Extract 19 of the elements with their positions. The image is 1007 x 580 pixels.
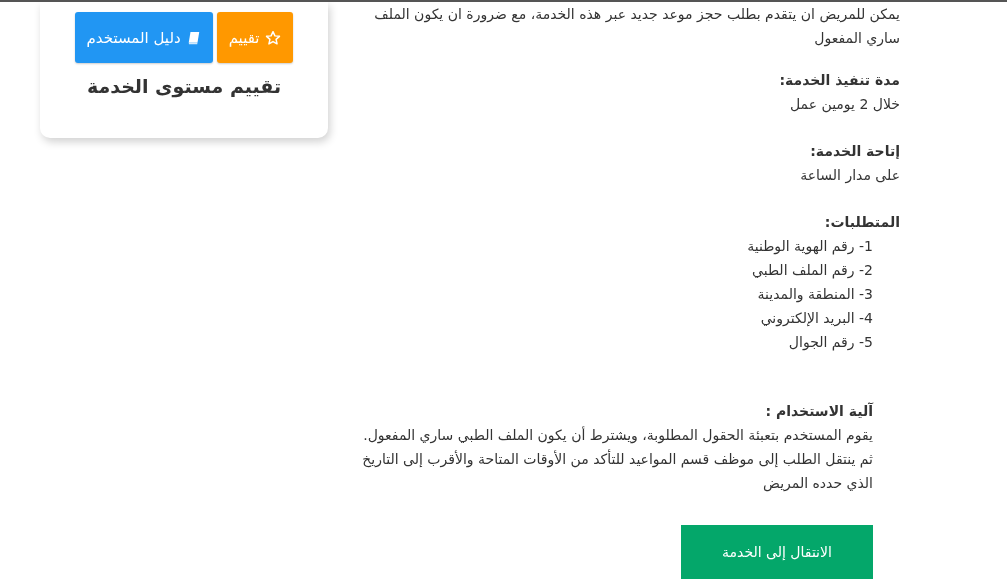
section-heading: مدة تنفيذ الخدمة: (778, 71, 900, 90)
section-text: خلال 2 يومين عمل (788, 95, 900, 115)
section-heading: آلية الاستخدام : (764, 401, 873, 421)
requirement-item: 1- رقم الهوية الوطنية (746, 237, 873, 257)
book-icon (186, 30, 201, 45)
section-heading: المتطلبات: (823, 213, 900, 232)
star-icon (265, 29, 282, 46)
section-text: على مدار الساعة (799, 166, 900, 186)
card-title: تقييم مستوى الخدمة (86, 75, 282, 97)
usage-text: يقوم المستخدم بتعبئة الحقول المطلوبة، ويشترط أن يكون الملف الطبي ساري المفعول. ثم ينتقل الطلب إلى موظف قسم المواعيد للتأكد من الأوقات المتاحة والأقرب إلى التاريخ الذي حدده المريض (361, 425, 873, 494)
go-to-service-button[interactable]: الانتقال إلى الخدمة (681, 525, 873, 579)
user-guide-button[interactable]: دليل المستخدم (74, 12, 213, 63)
rate-button[interactable]: تقييم (216, 12, 294, 63)
requirement-item: 2- رقم الملف الطبي (751, 261, 873, 281)
requirement-item: 5- رقم الجوال (787, 333, 873, 353)
section-heading: إتاحة الخدمة: (809, 142, 900, 161)
requirement-item: 3- المنطقة والمدينة (756, 285, 873, 305)
service-description: يمكن للمريض ان يتقدم بطلب حجز موعد جديد عبر هذه الخدمة، مع ضرورة ان يكون الملف ساري المفعول (373, 5, 900, 49)
requirement-item: 4- البريد الإلكتروني (759, 309, 873, 329)
